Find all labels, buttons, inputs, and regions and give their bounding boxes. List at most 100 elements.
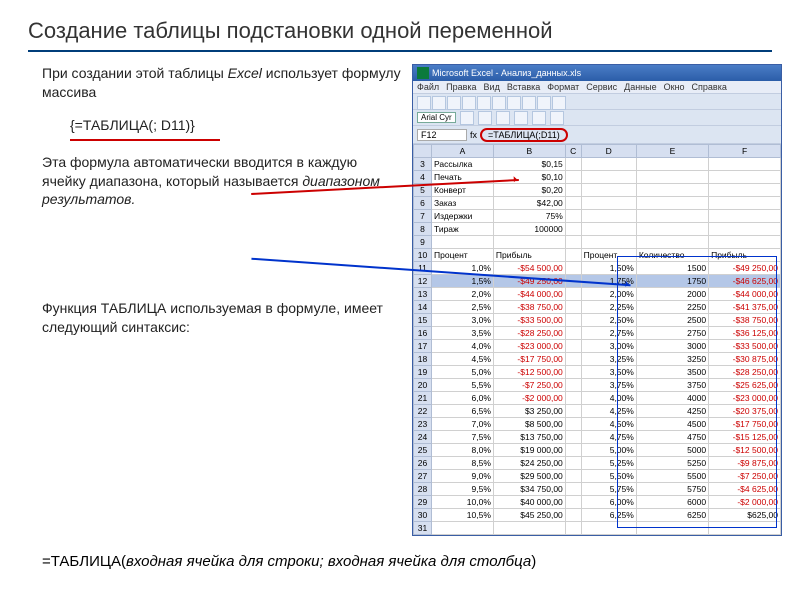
cell[interactable]: 3,5% [432,327,494,340]
cell[interactable]: -$41 375,00 [709,301,781,314]
cell[interactable]: -$23 000,00 [493,340,565,353]
menu-item[interactable]: Сервис [586,82,617,92]
row-header[interactable]: 4 [414,171,432,184]
col-header[interactable]: C [565,145,581,158]
row-header[interactable]: 27 [414,470,432,483]
cell[interactable] [565,327,581,340]
cell[interactable]: 75% [493,210,565,223]
cell[interactable]: 6,5% [432,405,494,418]
cell[interactable] [581,158,636,171]
menu-item[interactable]: Данные [624,82,657,92]
cell[interactable]: -$25 625,00 [709,379,781,392]
cell[interactable] [565,405,581,418]
cell[interactable]: -$4 625,00 [709,483,781,496]
cell[interactable] [709,210,781,223]
toolbar-button[interactable] [522,96,536,110]
cell[interactable]: -$46 625,00 [709,275,781,288]
cell[interactable]: 5000 [636,444,708,457]
toolbar-button[interactable] [432,96,446,110]
fx-icon[interactable]: fx [470,130,477,140]
toolbar-button[interactable] [417,96,431,110]
menu-item[interactable]: Файл [417,82,439,92]
cell[interactable]: 2250 [636,301,708,314]
col-header[interactable]: D [581,145,636,158]
formula-bar[interactable]: F12 fx =ТАБЛИЦА(;D11) [413,126,781,144]
row-header[interactable]: 14 [414,301,432,314]
cell[interactable]: -$28 250,00 [709,366,781,379]
cell[interactable]: 1500 [636,262,708,275]
cell[interactable] [636,223,708,236]
cell[interactable]: -$36 125,00 [709,327,781,340]
cell[interactable]: 8,5% [432,457,494,470]
cell[interactable] [565,483,581,496]
cell[interactable]: -$7 250,00 [493,379,565,392]
cell[interactable]: -$38 750,00 [493,301,565,314]
cell[interactable]: 2,75% [581,327,636,340]
row-header[interactable]: 28 [414,483,432,496]
cell[interactable]: 6,00% [581,496,636,509]
row-header[interactable]: 3 [414,158,432,171]
row-header[interactable]: 25 [414,444,432,457]
cell[interactable] [565,262,581,275]
cell[interactable]: 3,00% [581,340,636,353]
cell[interactable]: 2,25% [581,301,636,314]
cell[interactable] [709,158,781,171]
standard-toolbar[interactable] [413,94,781,110]
cell[interactable]: 10,5% [432,509,494,522]
cell[interactable]: -$44 000,00 [709,288,781,301]
row-header[interactable]: 13 [414,288,432,301]
cell[interactable]: 9,5% [432,483,494,496]
cell[interactable] [709,197,781,210]
cell[interactable]: 6000 [636,496,708,509]
row-header[interactable]: 17 [414,340,432,353]
cell[interactable] [636,158,708,171]
cell[interactable]: 2,00% [581,288,636,301]
col-header[interactable]: A [432,145,494,158]
toolbar-button[interactable] [532,111,546,125]
row-header[interactable]: 19 [414,366,432,379]
cell[interactable]: -$49 250,00 [709,262,781,275]
cell[interactable]: $29 500,00 [493,470,565,483]
cell[interactable]: 7,5% [432,431,494,444]
cell[interactable]: 5,25% [581,457,636,470]
cell[interactable]: 6,0% [432,392,494,405]
toolbar-button[interactable] [514,111,528,125]
name-box[interactable]: F12 [417,129,467,141]
cell[interactable]: 9,0% [432,470,494,483]
cell[interactable]: $40 000,00 [493,496,565,509]
cell[interactable]: -$20 375,00 [709,405,781,418]
cell[interactable]: 5,75% [581,483,636,496]
cell[interactable] [565,210,581,223]
cell[interactable]: -$2 000,00 [709,496,781,509]
cell[interactable]: 4,5% [432,353,494,366]
cell[interactable]: $13 750,00 [493,431,565,444]
cell[interactable]: -$17 750,00 [493,353,565,366]
row-header[interactable]: 21 [414,392,432,405]
cell[interactable]: $24 250,00 [493,457,565,470]
cell[interactable]: -$44 000,00 [493,288,565,301]
cell[interactable]: 4500 [636,418,708,431]
cell[interactable]: 4,00% [581,392,636,405]
menu-item[interactable]: Правка [446,82,476,92]
menu-item[interactable]: Справка [692,82,727,92]
cell[interactable]: 3,0% [432,314,494,327]
cell[interactable]: 8,0% [432,444,494,457]
cell[interactable] [709,223,781,236]
cell[interactable] [565,379,581,392]
font-selector[interactable]: Arial Cyr [417,112,456,123]
col-header[interactable]: B [493,145,565,158]
cell[interactable] [636,210,708,223]
row-header[interactable]: 22 [414,405,432,418]
row-header[interactable]: 15 [414,314,432,327]
toolbar-button[interactable] [550,111,564,125]
cell[interactable] [709,171,781,184]
cell[interactable] [565,470,581,483]
cell[interactable]: 2000 [636,288,708,301]
cell[interactable]: $3 250,00 [493,405,565,418]
cell[interactable]: 1750 [636,275,708,288]
cell[interactable] [565,223,581,236]
cell[interactable]: 2,5% [432,301,494,314]
cell[interactable] [581,171,636,184]
cell[interactable]: $0,10 [493,171,565,184]
toolbar-button[interactable] [477,96,491,110]
